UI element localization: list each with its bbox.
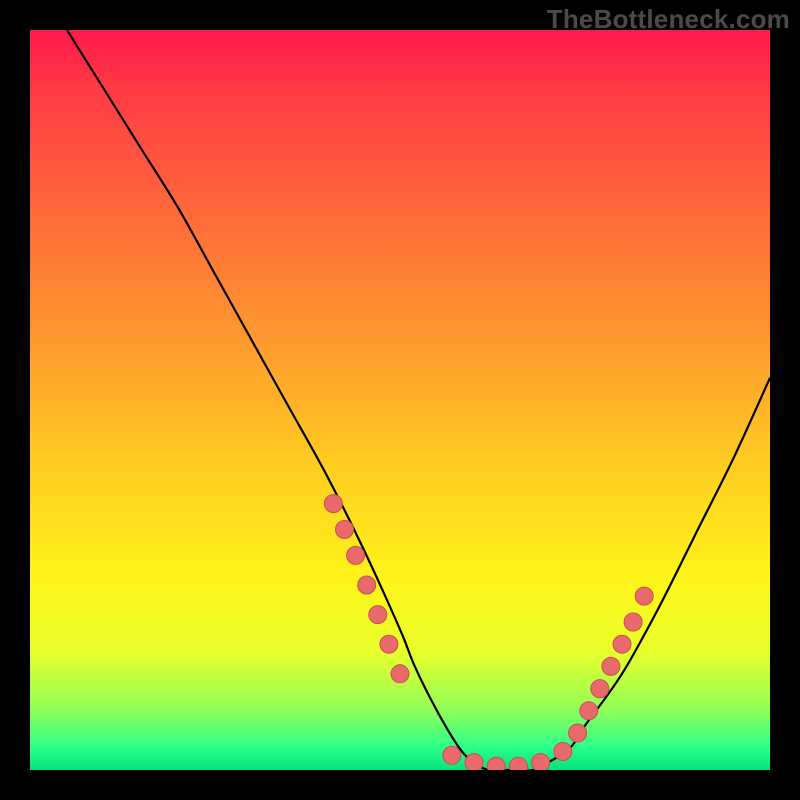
dot	[465, 754, 483, 770]
dot	[369, 606, 387, 624]
dot	[509, 757, 527, 770]
dot	[380, 635, 398, 653]
highlight-dots	[324, 495, 653, 770]
dot	[591, 680, 609, 698]
dot	[532, 754, 550, 770]
dot	[613, 635, 631, 653]
dot	[554, 743, 572, 761]
curve-layer	[30, 30, 770, 770]
dot	[358, 576, 376, 594]
dot	[324, 495, 342, 513]
dot	[580, 702, 598, 720]
bottleneck-curve	[67, 30, 770, 770]
chart-frame: TheBottleneck.com	[0, 0, 800, 800]
dot	[635, 587, 653, 605]
dot	[391, 665, 409, 683]
dot	[487, 757, 505, 770]
dot	[347, 546, 365, 564]
dot	[336, 521, 354, 539]
dot	[624, 613, 642, 631]
dot	[602, 657, 620, 675]
dot	[443, 746, 461, 764]
dot	[569, 724, 587, 742]
plot-area	[30, 30, 770, 770]
